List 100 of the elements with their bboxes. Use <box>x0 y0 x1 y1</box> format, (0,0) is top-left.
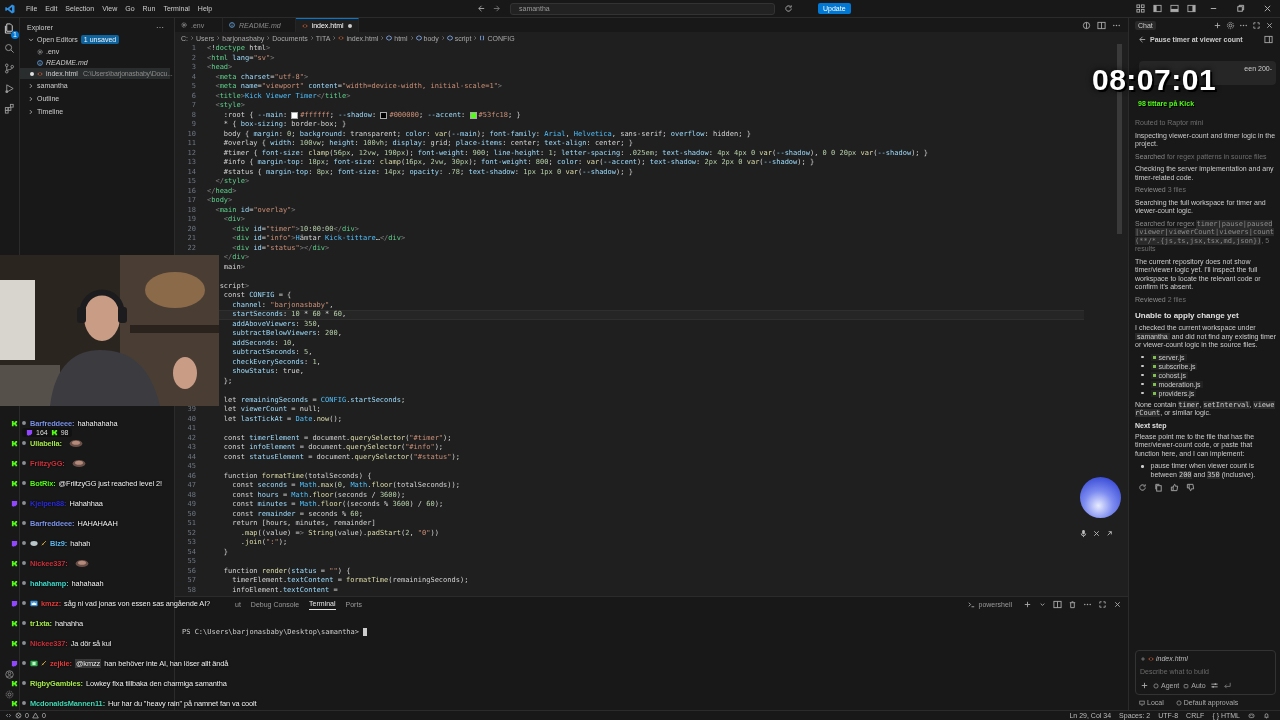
chevron-right-icon <box>190 35 194 41</box>
microphone-icon[interactable] <box>1079 529 1088 538</box>
close-icon[interactable] <box>1265 20 1274 30</box>
extensions-icon[interactable] <box>4 103 15 114</box>
chevron-right-icon <box>216 35 221 41</box>
thumbs-down-icon[interactable] <box>1186 483 1195 492</box>
split-icon[interactable] <box>1053 599 1062 609</box>
sword-icon <box>41 660 47 666</box>
refresh-icon[interactable] <box>784 4 793 13</box>
kick-icon <box>11 479 18 487</box>
trash-icon[interactable] <box>1068 599 1077 609</box>
code-icon <box>1148 655 1154 662</box>
more-icon[interactable] <box>156 25 164 29</box>
copilot-icon[interactable] <box>1248 712 1255 719</box>
badge-icon <box>21 640 27 646</box>
badge-icon <box>21 460 27 466</box>
bullet <box>1141 391 1144 395</box>
vscode-logo-icon[interactable] <box>5 3 15 14</box>
gear-icon <box>37 48 43 55</box>
bullet <box>1141 355 1144 359</box>
plus-icon[interactable] <box>1140 681 1149 690</box>
maximize-icon[interactable] <box>1252 20 1261 30</box>
kick-icon <box>11 559 18 567</box>
retry-icon[interactable] <box>1138 483 1147 492</box>
panel-icon[interactable] <box>1264 34 1273 44</box>
maximize-icon[interactable] <box>1098 599 1107 609</box>
badge-icon <box>21 700 27 706</box>
settings-icon[interactable] <box>5 690 14 699</box>
badge-icon <box>21 680 27 686</box>
send-icon[interactable] <box>1222 681 1232 690</box>
color-swatch[interactable] <box>469 111 477 119</box>
close-icon[interactable] <box>1113 599 1122 609</box>
source-control-icon[interactable] <box>4 63 15 74</box>
expand-icon[interactable] <box>1105 529 1114 538</box>
code-icon <box>338 35 345 41</box>
close-icon[interactable] <box>1263 4 1272 13</box>
badge-icon <box>21 420 27 426</box>
cube-icon <box>446 35 453 41</box>
terminal-icon <box>966 599 976 609</box>
bullet <box>1141 364 1144 368</box>
kick-icon <box>11 699 18 707</box>
plus-icon[interactable] <box>1140 655 1146 662</box>
twitch-icon <box>26 429 33 436</box>
plus-icon[interactable] <box>1023 599 1032 609</box>
chevron-right-icon <box>309 35 314 41</box>
code-icon <box>37 70 43 77</box>
twitch-icon <box>11 599 18 607</box>
error-icon <box>15 712 22 719</box>
chevron-right-icon <box>440 35 445 41</box>
forward-icon[interactable] <box>492 4 501 13</box>
chevron-right-icon <box>409 35 414 41</box>
kick-icon <box>50 429 58 436</box>
chevron-icon[interactable] <box>28 36 34 43</box>
chevron-right-icon <box>266 35 271 41</box>
code-icon <box>301 22 308 29</box>
compare-icon[interactable] <box>1082 20 1091 30</box>
chevron-icon[interactable] <box>28 95 34 102</box>
chevron-icon[interactable] <box>28 82 34 89</box>
back-icon[interactable] <box>1138 34 1147 44</box>
back-icon[interactable] <box>477 4 486 13</box>
plus-icon[interactable] <box>1213 20 1222 30</box>
search-icon[interactable] <box>4 43 15 54</box>
sliders-icon[interactable] <box>1209 681 1219 690</box>
chevron-right-icon <box>380 35 385 41</box>
info-icon <box>37 59 43 66</box>
crown-icon <box>30 599 38 607</box>
settings-icon[interactable] <box>1226 20 1235 30</box>
kick-icon <box>11 619 18 627</box>
panel-toggle-icon[interactable] <box>1170 4 1179 13</box>
thumbs-up-icon[interactable] <box>1170 483 1179 492</box>
emote-icon <box>70 458 87 468</box>
badge-icon <box>21 480 27 486</box>
close-icon[interactable] <box>1092 529 1101 538</box>
secondary-sidebar-icon[interactable] <box>1187 4 1196 13</box>
run-debug-icon[interactable] <box>4 83 15 94</box>
split-editor-icon[interactable] <box>1097 20 1106 30</box>
bullet <box>1141 382 1144 386</box>
kick-icon <box>11 439 18 447</box>
bullet <box>1141 465 1144 468</box>
files-icon[interactable] <box>4 23 15 34</box>
sidebar-toggle-icon[interactable] <box>1153 4 1162 13</box>
chevron-icon[interactable] <box>28 108 34 115</box>
restore-icon[interactable] <box>1236 4 1245 13</box>
circle-icon <box>1175 699 1182 706</box>
layout-icon[interactable] <box>1136 4 1145 13</box>
kick-icon <box>11 419 18 427</box>
cube-icon <box>386 35 393 41</box>
account-icon[interactable] <box>5 670 14 679</box>
color-swatch[interactable] <box>291 111 299 119</box>
bullet <box>1141 373 1144 377</box>
kick-icon <box>11 679 18 687</box>
color-swatch[interactable] <box>380 111 388 119</box>
bell-icon[interactable] <box>1263 712 1270 719</box>
remote-icon[interactable] <box>5 712 12 719</box>
emote-icon <box>67 438 84 448</box>
kick-icon <box>11 639 18 647</box>
warning-icon <box>31 712 39 719</box>
copy-icon[interactable] <box>1154 483 1163 492</box>
twitch-icon <box>11 659 18 667</box>
badge-icon <box>21 440 27 446</box>
